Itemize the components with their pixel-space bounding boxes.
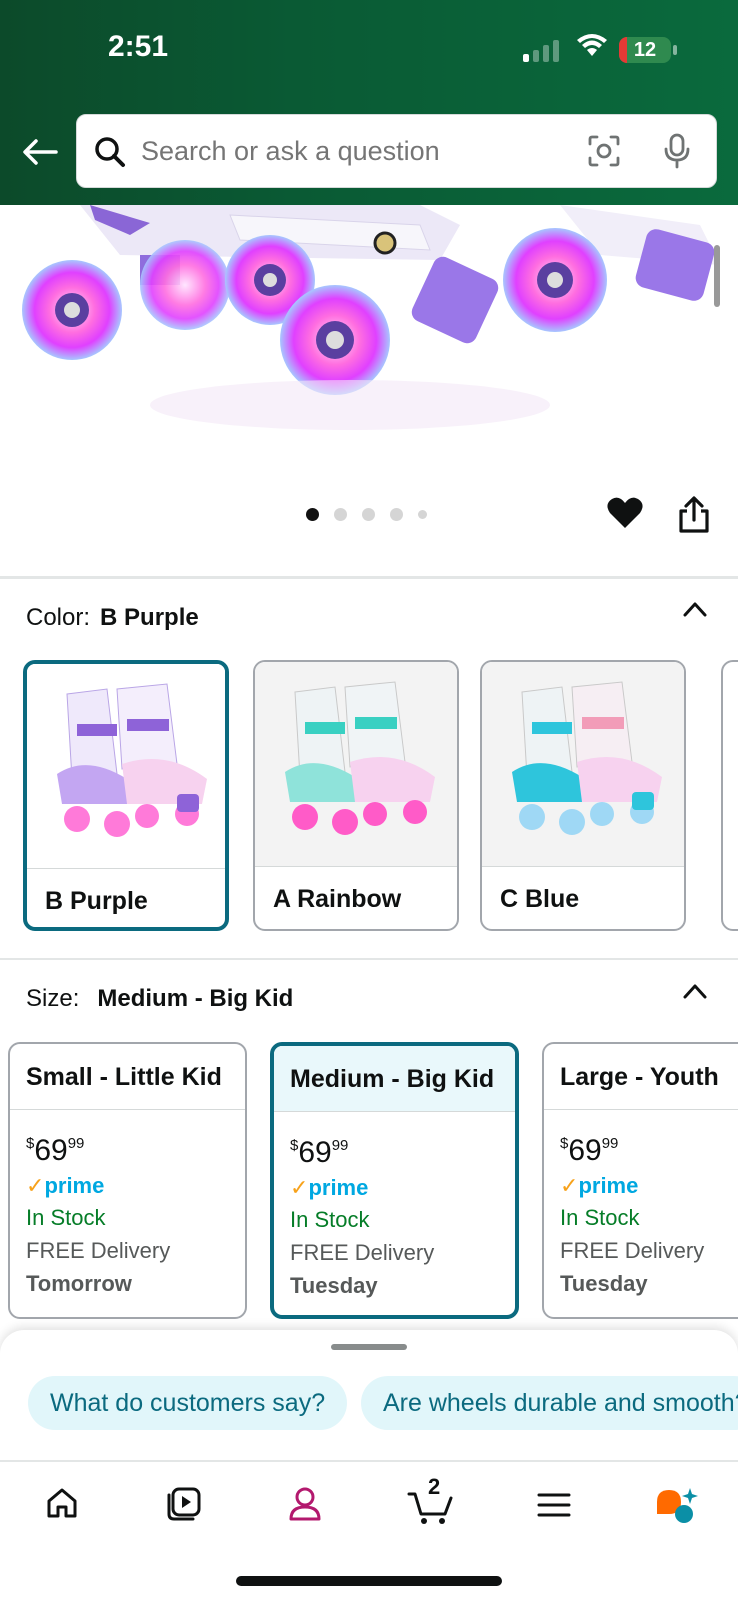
account-icon[interactable] — [288, 1486, 322, 1522]
color-thumbnail — [27, 664, 225, 869]
size-selected-value: Medium - Big Kid — [97, 985, 294, 1012]
size-option-title: Small - Little Kid — [10, 1044, 245, 1110]
top-header: 2:51 12 — [0, 0, 738, 205]
size-option-small[interactable]: Small - Little Kid $6999 ✓prime In Stock… — [8, 1042, 247, 1319]
pagination-dot[interactable] — [362, 508, 375, 521]
pagination-dot[interactable] — [306, 508, 319, 521]
question-chip[interactable]: What do customers say? — [28, 1376, 348, 1430]
color-thumbnail — [482, 662, 684, 867]
product-page: 2:51 12 Search or ask a question Color: … — [0, 0, 738, 1600]
prime-badge: ✓prime — [26, 1173, 105, 1198]
battery-level: 12 — [633, 39, 657, 61]
stock-status: In Stock — [560, 1205, 640, 1230]
color-option-c-blue[interactable]: C Blue — [480, 660, 686, 931]
cart-count-badge: 2 — [428, 1474, 441, 1499]
color-option-a-rainbow[interactable]: A Rainbow — [253, 660, 459, 931]
delivery-day: Tuesday — [290, 1273, 378, 1298]
sheet-grabber[interactable] — [331, 1344, 407, 1350]
prime-badge: ✓prime — [560, 1173, 639, 1198]
size-option-medium[interactable]: Medium - Big Kid $6999 ✓prime In Stock F… — [270, 1042, 519, 1319]
search-input[interactable] — [141, 115, 561, 187]
skate-thumbnail-purple — [57, 683, 207, 837]
video-icon[interactable] — [165, 1486, 203, 1522]
pagination-dot[interactable] — [390, 508, 403, 521]
camera-lens-icon[interactable] — [587, 134, 621, 168]
color-thumbnail — [255, 662, 457, 867]
stock-status: In Stock — [26, 1205, 106, 1230]
pagination-dot[interactable] — [418, 510, 427, 519]
search-bar[interactable] — [76, 114, 717, 188]
size-label-text: Size: — [26, 985, 80, 1012]
prime-badge: ✓prime — [290, 1175, 369, 1200]
battery-cap — [673, 45, 677, 55]
product-image[interactable] — [0, 205, 738, 475]
rufus-icon[interactable] — [654, 1486, 698, 1526]
microphone-icon[interactable] — [662, 133, 692, 169]
image-scrollbar[interactable] — [714, 245, 720, 307]
status-time: 2:51 — [108, 30, 169, 63]
section-divider — [0, 958, 738, 960]
chevron-up-icon[interactable] — [682, 982, 708, 1000]
heart-icon[interactable] — [606, 496, 644, 530]
color-selected-value: B Purple — [100, 604, 199, 631]
cellular-signal-icon — [523, 40, 559, 62]
rufus-suggestion-sheet[interactable]: What do customers say? Are wheels durabl… — [0, 1330, 738, 1460]
size-option-title: Medium - Big Kid — [274, 1046, 515, 1112]
stock-status: In Stock — [290, 1207, 370, 1232]
pagination-dot[interactable] — [334, 508, 347, 521]
share-icon[interactable] — [677, 496, 711, 534]
home-indicator[interactable] — [236, 1576, 502, 1586]
skate-thumbnail-rainbow — [285, 681, 435, 835]
size-label: Size: Medium - Big Kid — [26, 985, 293, 1013]
question-chip[interactable]: Are wheels durable and smooth? — [361, 1376, 738, 1430]
color-option-label: A Rainbow — [273, 885, 402, 913]
skate-thumbnail-blue — [512, 681, 662, 835]
color-option-label: C Blue — [500, 885, 580, 913]
price: $6999 — [26, 1134, 85, 1167]
color-label-text: Color: — [26, 604, 91, 631]
size-option-title: Large - Youth — [544, 1044, 738, 1110]
wifi-icon — [577, 34, 607, 56]
section-divider — [0, 576, 738, 579]
delivery-text: FREE Delivery — [560, 1238, 705, 1263]
delivery-text: FREE Delivery — [290, 1240, 435, 1265]
roller-skates-image — [22, 205, 720, 430]
price: $6999 — [560, 1134, 619, 1167]
home-icon[interactable] — [45, 1486, 79, 1520]
image-pagination-dots[interactable] — [306, 508, 427, 521]
delivery-day: Tuesday — [560, 1271, 648, 1296]
size-option-large[interactable]: Large - Youth $6999 ✓prime In Stock FREE… — [542, 1042, 738, 1319]
color-option-label: B Purple — [45, 887, 148, 915]
delivery-day: Tomorrow — [26, 1271, 132, 1296]
back-arrow-icon[interactable] — [20, 136, 60, 168]
delivery-text: FREE Delivery — [26, 1238, 171, 1263]
chevron-up-icon[interactable] — [682, 600, 708, 618]
menu-icon[interactable] — [537, 1492, 571, 1518]
color-option-b-purple[interactable]: B Purple — [23, 660, 229, 931]
battery-icon: 12 — [619, 37, 671, 63]
color-option-more[interactable] — [721, 660, 738, 931]
search-icon — [95, 137, 125, 167]
price: $6999 — [290, 1136, 349, 1169]
color-label: Color: B Purple — [26, 604, 199, 632]
